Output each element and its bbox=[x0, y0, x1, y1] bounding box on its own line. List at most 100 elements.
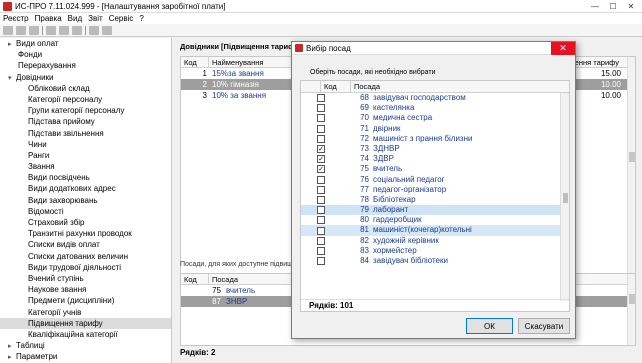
tree-item[interactable]: Транзитні рахунки проводок bbox=[0, 228, 171, 239]
list-item[interactable]: ✓ 75 вчитель bbox=[301, 164, 569, 174]
tree-item[interactable]: Страховий збір bbox=[0, 217, 171, 228]
close-icon[interactable]: ✕ bbox=[622, 0, 640, 13]
list-item[interactable]: 81 машиніст(кочегар)котельні bbox=[301, 225, 569, 236]
checkbox[interactable] bbox=[317, 124, 325, 133]
grid-scrollbar[interactable] bbox=[627, 274, 635, 345]
tree-item[interactable]: Види посвідчень bbox=[0, 172, 171, 183]
menu-item[interactable]: ? bbox=[139, 14, 143, 23]
list-item[interactable]: 82 художній керівник bbox=[301, 236, 569, 246]
checkbox[interactable] bbox=[317, 134, 325, 143]
checkbox[interactable]: ✓ bbox=[317, 155, 325, 164]
list-item[interactable]: ✓ 73 ЗДНВР bbox=[301, 144, 569, 154]
cell-position: педагог-організатор bbox=[373, 184, 447, 194]
tree-item[interactable]: ▸ Параметри bbox=[0, 351, 171, 362]
tree-item[interactable]: ▸ Види оплат bbox=[0, 38, 171, 49]
checkbox[interactable] bbox=[317, 94, 325, 103]
list-item[interactable]: 80 гардеробщик bbox=[301, 215, 569, 225]
tree-item[interactable]: Вчений ступінь bbox=[0, 273, 171, 284]
checkbox[interactable] bbox=[317, 206, 325, 215]
checkbox[interactable] bbox=[317, 185, 325, 194]
list-item[interactable]: 69 кастелянка bbox=[301, 103, 569, 113]
checkbox[interactable] bbox=[317, 216, 325, 225]
close-icon[interactable]: ✕ bbox=[551, 42, 575, 55]
tree-item[interactable]: Категорії учнів bbox=[0, 307, 171, 318]
menu-item[interactable]: Вид bbox=[68, 14, 82, 23]
checkbox[interactable]: ✓ bbox=[317, 165, 325, 174]
checkbox[interactable] bbox=[317, 114, 325, 123]
tree-item[interactable]: Перерахування bbox=[0, 60, 171, 71]
tree-item[interactable]: Наукове звання bbox=[0, 284, 171, 295]
tree-item[interactable]: Види трудової діяльності bbox=[0, 262, 171, 273]
tree-item[interactable]: Підвищення тарифу bbox=[0, 317, 171, 329]
list-item[interactable]: 72 машиніст з прання білизни bbox=[301, 134, 569, 144]
tree-item[interactable]: Звання bbox=[0, 161, 171, 172]
list-item[interactable]: 83 хормейстер bbox=[301, 246, 569, 256]
tree-item[interactable]: Групи категорії персоналу bbox=[0, 105, 171, 116]
tree-item[interactable]: Підстави звільнення bbox=[0, 128, 171, 139]
expand-icon[interactable]: ▸ bbox=[8, 341, 16, 352]
tree-item[interactable]: Відомості bbox=[0, 206, 171, 217]
checkbox[interactable]: ✓ bbox=[317, 145, 325, 154]
collapse-icon[interactable]: ▾ bbox=[8, 73, 16, 84]
checkbox[interactable] bbox=[317, 257, 325, 266]
refresh-icon[interactable] bbox=[89, 25, 99, 35]
tree-item[interactable]: Кваліфікаційна категорії bbox=[0, 329, 171, 340]
col-kod[interactable]: Код bbox=[181, 274, 209, 284]
tree-item[interactable]: ▾ Довідники bbox=[0, 72, 171, 83]
tree-item[interactable]: ▸ Таблиці bbox=[0, 340, 171, 351]
list-scrollbar[interactable] bbox=[560, 93, 569, 301]
tree-item[interactable]: Списки видів оплат bbox=[0, 239, 171, 250]
filter-icon[interactable] bbox=[72, 25, 82, 35]
expand-icon[interactable]: ▸ bbox=[8, 352, 16, 363]
tree-item[interactable]: Види захворювань bbox=[0, 195, 171, 206]
checkbox[interactable] bbox=[317, 175, 325, 184]
list-item[interactable]: 84 завідувач бібліотеки bbox=[301, 256, 569, 266]
list-item[interactable]: ✓ 74 ЗДВР bbox=[301, 154, 569, 164]
menu-item[interactable]: Правка bbox=[35, 14, 62, 23]
list-item[interactable]: 77 педагог-організатор bbox=[301, 185, 569, 195]
checkbox[interactable] bbox=[317, 246, 325, 255]
menu-item[interactable]: Сервіс bbox=[109, 14, 134, 23]
cell-rate: 10.00 bbox=[600, 80, 621, 89]
list-item[interactable]: 70 медична сестра bbox=[301, 113, 569, 123]
tree-item[interactable]: Обліковий склад bbox=[0, 83, 171, 94]
list-item[interactable]: 71 двірник bbox=[301, 124, 569, 134]
tree-item-label: Відомості bbox=[28, 206, 64, 216]
grid-scrollbar[interactable] bbox=[627, 57, 635, 275]
tree-item[interactable]: Чини bbox=[0, 139, 171, 150]
checkbox[interactable] bbox=[317, 104, 325, 113]
delete-icon[interactable] bbox=[29, 25, 39, 35]
minimize-icon[interactable]: — bbox=[586, 0, 604, 13]
tree-item[interactable]: Категорії персоналу bbox=[0, 94, 171, 105]
copy-icon[interactable] bbox=[46, 25, 56, 35]
tree-item[interactable]: Фонди bbox=[0, 49, 171, 60]
tree-item-label: Групи категорії персоналу bbox=[28, 106, 125, 116]
tree-item[interactable]: Предмети (дисципліни) bbox=[0, 295, 171, 306]
list-item[interactable]: 76 соціальний педагог bbox=[301, 175, 569, 185]
toolbar bbox=[0, 24, 642, 37]
list-item[interactable]: 78 Бібліотекар bbox=[301, 195, 569, 205]
col-position[interactable]: Посада bbox=[351, 81, 380, 92]
checkbox[interactable] bbox=[317, 226, 325, 235]
tree-item-label: Підстави звільнення bbox=[28, 128, 104, 138]
checkbox[interactable] bbox=[317, 236, 325, 245]
checkbox[interactable] bbox=[317, 195, 325, 204]
edit-icon[interactable] bbox=[16, 25, 26, 35]
col-kod[interactable]: Код bbox=[321, 81, 351, 92]
new-icon[interactable] bbox=[3, 25, 13, 35]
maximize-icon[interactable]: ☐ bbox=[604, 0, 622, 13]
list-item[interactable]: 79 лаборант bbox=[301, 205, 569, 216]
expand-icon[interactable]: ▸ bbox=[8, 39, 16, 50]
menu-item[interactable]: Звіт bbox=[88, 14, 103, 23]
tree-item[interactable]: Списки датованих величин bbox=[0, 251, 171, 262]
ok-button[interactable]: ОК bbox=[466, 318, 513, 334]
tree-item[interactable]: Ранги bbox=[0, 150, 171, 161]
print-icon[interactable] bbox=[59, 25, 69, 35]
menu-item[interactable]: Реєстр bbox=[3, 14, 29, 23]
col-kod[interactable]: Код bbox=[181, 57, 209, 67]
tree-item[interactable]: Види додаткових адрес bbox=[0, 183, 171, 194]
help-icon[interactable] bbox=[102, 25, 112, 35]
list-item[interactable]: 68 завідувач господарством bbox=[301, 93, 569, 103]
tree-item[interactable]: Підстава прийому bbox=[0, 116, 171, 127]
cancel-button[interactable]: Скасувати bbox=[518, 318, 570, 334]
